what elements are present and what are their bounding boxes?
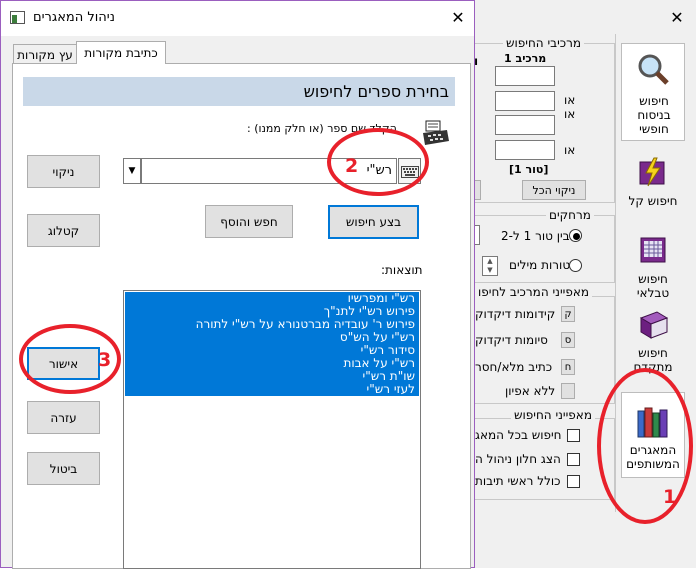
distance-option-1[interactable]: בין טור 1 ל-2: <box>501 229 574 243</box>
distance-option-2-label: טורות מילים <box>509 258 571 272</box>
feature-none-button[interactable] <box>561 383 575 399</box>
distances-title: מרחקים <box>546 208 594 222</box>
search-components-title: מרכיבי החיפוש <box>503 36 585 50</box>
distance-stepper-2[interactable]: ▲ ▼ <box>482 256 498 276</box>
acronyms-label: כולל ראשי תיבות <box>475 474 561 488</box>
acronyms-checkbox[interactable] <box>567 475 580 488</box>
or-label: או <box>564 143 576 157</box>
component-input-2[interactable] <box>495 91 555 111</box>
calendar-book-icon <box>640 237 666 263</box>
results-label: תוצאות: <box>381 263 423 277</box>
feature-none-label: ללא אפיון <box>505 384 556 398</box>
dialog-titlebar: ניהול המאגרים ✕ <box>1 1 474 36</box>
distance-radio-1[interactable] <box>569 229 582 242</box>
magnifier-icon <box>638 54 669 85</box>
sidebar-free-search-button[interactable]: חיפוש בניסוח חופשי <box>621 43 685 141</box>
component-input-3[interactable] <box>495 115 555 135</box>
feature-prefixes-label: קידומות דיקדוק <box>475 307 556 321</box>
section-header: בחירת ספרים לחיפוש <box>23 77 455 106</box>
search-features-title: מאפייני החיפוש <box>511 408 595 422</box>
annotation-number-3: 3 <box>98 349 112 371</box>
purple-book-icon <box>639 311 669 339</box>
search-all-checkbox[interactable] <box>567 429 580 442</box>
dialog-title: ניהול המאגרים <box>33 10 115 25</box>
dialog-close-icon[interactable]: ✕ <box>448 8 468 28</box>
search-all-label: חיפוש בכל המאג <box>475 428 562 442</box>
database-manager-dialog: ניהול המאגרים ✕ עץ מקורות כתיבת מקורות ב… <box>0 0 475 569</box>
feature-suffixes-label: סיומות דיקדוק <box>475 333 548 347</box>
sidebar-table-search-button[interactable]: חיפוש טבלאי <box>621 230 685 312</box>
feature-spelling-button[interactable]: ח <box>561 359 575 375</box>
component-features-title: מאפייני המרכיב לחיפו <box>475 285 592 299</box>
feature-spelling-label: כתיב מלא/חסר <box>475 360 553 374</box>
list-item[interactable]: לעזי רש"י <box>125 383 419 396</box>
clear-all-button[interactable]: ניקוי הכל <box>522 180 586 200</box>
clear-button[interactable]: ניקוי <box>27 155 100 188</box>
window-icon <box>10 11 25 24</box>
tab-write-sources[interactable]: כתיבת מקורות <box>76 41 166 64</box>
feature-suffixes-button[interactable]: ס <box>561 332 575 348</box>
distance-option-1-label: בין טור 1 ל-2: <box>501 229 574 243</box>
row-label: [טור 1] <box>509 163 549 176</box>
do-search-button[interactable]: בצע חיפוש <box>328 205 419 239</box>
lightning-book-icon <box>639 157 665 187</box>
distance-radio-2[interactable] <box>569 259 582 272</box>
show-manager-checkbox[interactable] <box>567 453 580 466</box>
sidebar-easy-search-label: חיפוש קל <box>628 194 678 208</box>
component-input-4[interactable] <box>495 140 555 160</box>
search-and-add-button[interactable]: חפש והוסף <box>205 205 293 238</box>
feature-prefixes-button[interactable]: ק <box>561 306 575 322</box>
component-input-1[interactable] <box>495 66 555 86</box>
sidebar-table-search-label: חיפוש טבלאי <box>636 272 670 300</box>
annotation-number-2: 2 <box>345 155 359 177</box>
catalog-button[interactable]: קטלוג <box>27 214 100 247</box>
sidebar-free-search-label: חיפוש בניסוח חופשי <box>637 94 671 136</box>
cancel-button[interactable]: ביטול <box>27 452 100 485</box>
results-list[interactable]: רש"י ומפרשיו פירוש רש"י לתנ"ך פירוש ר' ע… <box>123 290 421 569</box>
sidebar-easy-search-button[interactable]: חיפוש קל <box>621 150 685 226</box>
annotation-circle-2 <box>327 128 429 196</box>
show-manager-label: הצג חלון ניהול ה <box>475 452 561 466</box>
or-label: או <box>564 107 576 121</box>
help-button[interactable]: עזרה <box>27 401 100 434</box>
main-close-icon[interactable]: ✕ <box>667 8 687 28</box>
component-label: מרכיב 1 <box>504 52 547 65</box>
annotation-circle-1 <box>597 368 693 524</box>
annotation-number-1: 1 <box>663 486 677 508</box>
dropdown-arrow-icon[interactable]: ▼ <box>123 158 141 184</box>
results-selection: רש"י ומפרשיו פירוש רש"י לתנ"ך פירוש ר' ע… <box>125 292 419 396</box>
or-label: או <box>564 93 576 107</box>
typewriter-icon <box>423 120 449 145</box>
tab-source-tree[interactable]: עץ מקורות <box>13 44 77 64</box>
